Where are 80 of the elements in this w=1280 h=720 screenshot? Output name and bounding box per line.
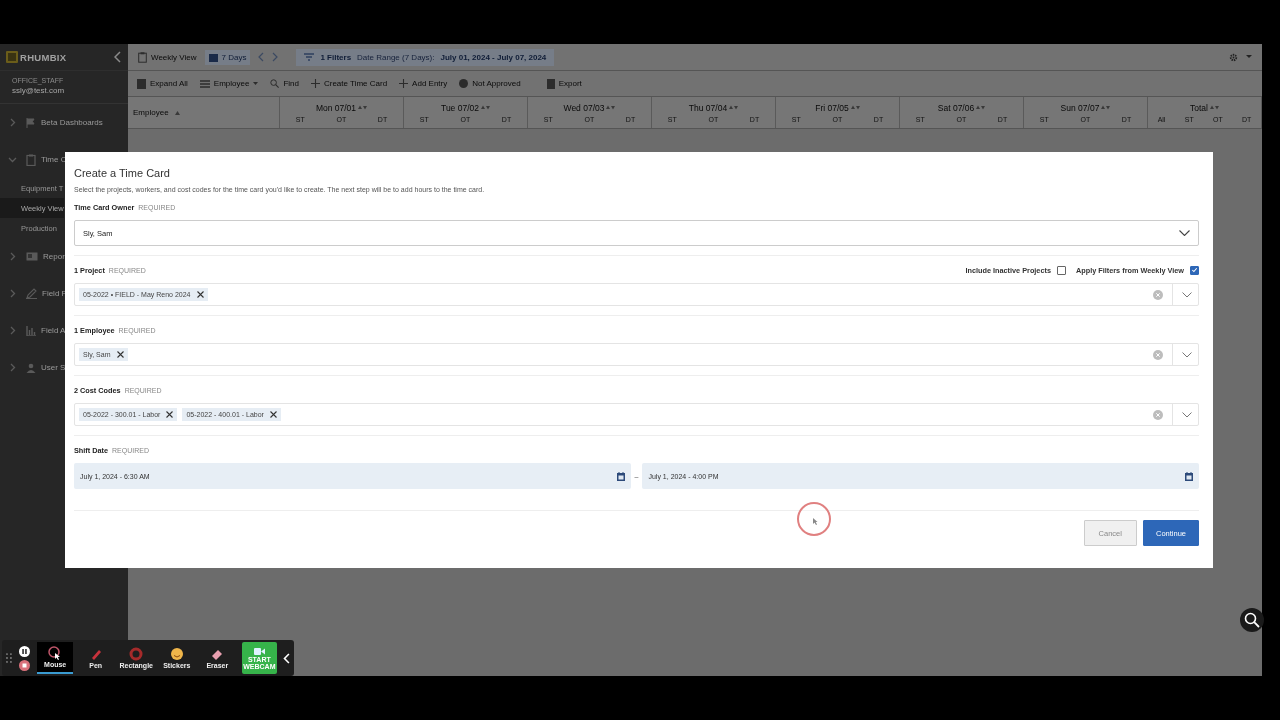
clear-icon[interactable] xyxy=(1153,289,1163,300)
filter-count: 1 Filters xyxy=(320,52,352,62)
column-header[interactable]: Sat 07/06 xyxy=(937,102,975,113)
column-header[interactable]: Total xyxy=(1190,102,1208,113)
ring-icon xyxy=(129,647,144,661)
toolbar-button[interactable]: Employee xyxy=(199,79,259,88)
bar-chart-icon xyxy=(26,325,36,336)
sort-icon[interactable] xyxy=(174,110,180,115)
stop-icon[interactable] xyxy=(18,659,30,671)
sort-icon[interactable] xyxy=(729,105,739,110)
caret-icon[interactable] xyxy=(1246,55,1252,59)
toolbar-button[interactable]: Add Entry xyxy=(399,79,448,88)
caret-icon xyxy=(253,82,259,85)
remove-icon[interactable] xyxy=(269,411,277,418)
cursor-icon xyxy=(48,646,63,660)
toolbar-button[interactable]: Not Approved xyxy=(459,79,521,88)
settings-icon[interactable] xyxy=(1229,52,1238,62)
dropdown-icon xyxy=(1179,230,1190,236)
calendar-icon xyxy=(208,52,218,62)
column-header[interactable]: Wed 07/03 xyxy=(563,102,605,113)
remove-icon[interactable] xyxy=(196,291,204,298)
clipboard-icon xyxy=(138,51,147,63)
plus-icon xyxy=(399,79,409,88)
sort-icon[interactable] xyxy=(1101,105,1111,110)
column-header[interactable]: Employee xyxy=(133,108,169,117)
column-header[interactable]: Mon 07/01 xyxy=(315,102,357,113)
sort-icon[interactable] xyxy=(976,105,986,110)
pause-icon[interactable] xyxy=(18,645,30,657)
sort-icon[interactable] xyxy=(850,105,860,110)
checkbox[interactable] xyxy=(1057,265,1066,275)
range-selector[interactable]: 7 Days xyxy=(204,49,251,65)
smiley-icon xyxy=(169,647,184,661)
toolbar-button[interactable]: Expand All xyxy=(137,78,188,89)
cursor-highlight-icon xyxy=(796,501,832,537)
sort-icon[interactable] xyxy=(358,105,368,110)
eraser-icon xyxy=(210,647,225,661)
previous-icon[interactable] xyxy=(258,52,265,62)
next-icon[interactable] xyxy=(272,52,279,62)
sort-icon[interactable] xyxy=(606,105,616,110)
sort-icon[interactable] xyxy=(481,105,490,110)
filter-bar[interactable]: 1 Filters Date Range (7 Days): July 01, 2024 - July 07, 2024 xyxy=(296,48,555,66)
view-selector[interactable]: Weekly View xyxy=(138,51,197,63)
dialog-title: Create a Time Card xyxy=(74,167,171,179)
sort-icon[interactable] xyxy=(1210,105,1219,110)
dropdown-icon[interactable] xyxy=(1182,351,1192,358)
clipboard-icon xyxy=(26,153,36,166)
list-icon xyxy=(199,79,210,88)
status-icon xyxy=(459,79,469,88)
user-email: ssly@test.com xyxy=(12,86,66,95)
dropdown-icon[interactable] xyxy=(1182,291,1192,298)
toolbar-button[interactable]: Create Time Card xyxy=(310,79,388,88)
column-header[interactable]: Fri 07/05 xyxy=(815,102,849,113)
column-header[interactable]: Thu 07/04 xyxy=(688,102,728,113)
clear-icon[interactable] xyxy=(1153,349,1163,360)
date-range-label: Date Range (7 Days): xyxy=(357,52,435,62)
column-header[interactable]: Tue 07/02 xyxy=(441,102,479,113)
clear-icon[interactable] xyxy=(1153,409,1163,420)
plus-icon xyxy=(310,79,320,88)
filter-icon xyxy=(304,53,315,61)
search-icon xyxy=(1244,612,1260,628)
remove-icon[interactable] xyxy=(116,351,124,358)
checkbox[interactable] xyxy=(1190,265,1199,275)
report-icon xyxy=(26,252,38,261)
pen-icon xyxy=(26,288,37,299)
date-range: July 01, 2024 - July 07, 2024 xyxy=(440,52,547,62)
flag-icon xyxy=(26,117,36,128)
calendar-icon[interactable] xyxy=(1185,471,1193,481)
user-icon xyxy=(26,362,36,373)
toolbar-button[interactable]: Find xyxy=(270,79,299,88)
calendar-icon[interactable] xyxy=(616,471,625,481)
search-icon xyxy=(270,79,280,88)
logo-icon xyxy=(6,51,18,63)
camera-icon xyxy=(253,646,265,656)
dropdown-icon[interactable] xyxy=(1182,411,1192,418)
logo-text: RHUMBIX xyxy=(20,51,67,63)
nav-item[interactable]: Beta Dashboards xyxy=(0,104,128,141)
drag-handle-icon[interactable] xyxy=(6,653,12,663)
remove-icon[interactable] xyxy=(166,411,174,418)
toolbar-button[interactable]: Export xyxy=(546,78,582,89)
column-header[interactable]: Sun 07/07 xyxy=(1060,102,1100,113)
